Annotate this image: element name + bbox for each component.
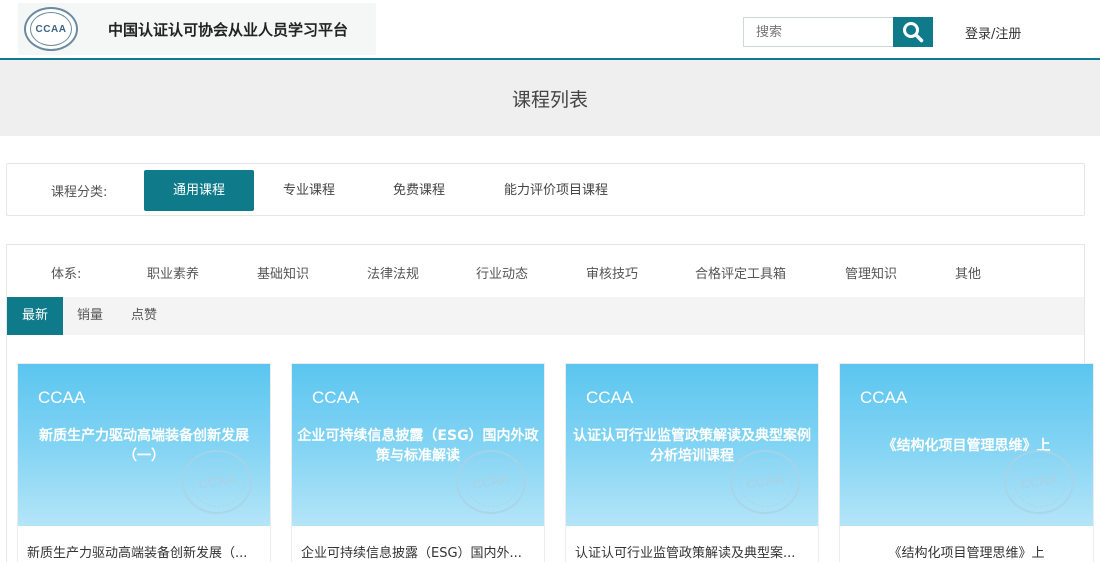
ccaa-logo: CCAA [24,7,78,51]
course-caption[interactable]: 认证认可行业监管政策解读及典型案... [575,542,809,561]
course-thumbnail[interactable]: CCAA 新质生产力驱动高端装备创新发展（一） CCAA [18,364,270,526]
ccaa-seal-icon: CCAA [730,450,800,514]
course-card[interactable]: CCAA 企业可持续信息披露（ESG）国内外政策与标准解读 CCAA 企业可持续… [291,363,545,562]
seal-text: CCAA [197,470,237,493]
site-header: CCAA 中国认证认可协会从业人员学习平台 登录/注册 [0,0,1100,60]
page-title: 课程列表 [511,88,588,111]
ccaa-seal-icon: CCAA [1004,450,1074,514]
site-title: 中国认证认可协会从业人员学习平台 [108,20,349,39]
system-item-basics[interactable]: 基础知识 [257,263,309,282]
sort-tab-latest[interactable]: 最新 [7,297,63,335]
course-caption[interactable]: 新质生产力驱动高端装备创新发展（... [27,542,261,561]
system-filter: 体系: 职业素养 基础知识 法律法规 行业动态 审核技巧 合格评定工具箱 管理知… [7,245,1084,297]
category-filter: 课程分类: 通用课程 专业课程 免费课程 能力评价项目课程 [6,163,1085,216]
system-item-industry-news[interactable]: 行业动态 [476,263,528,282]
course-thumbnail[interactable]: CCAA 《结构化项目管理思维》上 CCAA [840,364,1093,526]
category-tab-professional[interactable]: 专业课程 [269,170,349,211]
page-banner: 课程列表 [0,60,1100,136]
course-caption[interactable]: 《结构化项目管理思维》上 [849,542,1084,561]
system-item-laws[interactable]: 法律法规 [367,263,419,282]
search-button[interactable] [893,17,933,47]
system-item-conformity-toolbox[interactable]: 合格评定工具箱 [695,263,786,282]
thumb-brand: CCAA [312,388,360,407]
course-card[interactable]: CCAA 新质生产力驱动高端装备创新发展（一） CCAA 新质生产力驱动高端装备… [17,363,271,562]
sort-bar: 最新 销量 点赞 [7,297,1084,335]
brand-block[interactable]: CCAA 中国认证认可协会从业人员学习平台 [18,3,376,55]
system-item-audit-skills[interactable]: 审核技巧 [586,263,638,282]
system-label: 体系: [51,267,82,282]
system-item-other[interactable]: 其他 [955,263,981,282]
sort-tab-sales[interactable]: 销量 [67,297,113,335]
course-thumbnail[interactable]: CCAA 企业可持续信息披露（ESG）国内外政策与标准解读 CCAA [292,364,544,526]
thumb-brand: CCAA [38,388,86,407]
seal-text: CCAA [745,470,785,493]
login-register-link[interactable]: 登录/注册 [965,23,1021,42]
course-caption[interactable]: 企业可持续信息披露（ESG）国内外... [301,542,535,561]
ccaa-seal-icon: CCAA [456,450,526,514]
search-icon [903,22,924,43]
category-tab-general[interactable]: 通用课程 [144,170,254,211]
thumb-brand: CCAA [586,388,634,407]
search-input[interactable] [743,17,894,47]
thumb-brand: CCAA [860,388,908,407]
course-thumbnail[interactable]: CCAA 认证认可行业监管政策解读及典型案例分析培训课程 CCAA [566,364,818,526]
seal-text: CCAA [1019,470,1059,493]
category-tab-free[interactable]: 免费课程 [379,170,459,211]
category-label: 课程分类: [51,185,108,200]
ccaa-seal-icon: CCAA [182,450,252,514]
system-item-professionalism[interactable]: 职业素养 [147,263,199,282]
logo-text: CCAA [30,12,72,46]
course-card[interactable]: CCAA 认证认可行业监管政策解读及典型案例分析培训课程 CCAA 认证认可行业… [565,363,819,562]
system-item-management[interactable]: 管理知识 [845,263,897,282]
seal-text: CCAA [471,470,511,493]
course-card[interactable]: CCAA 《结构化项目管理思维》上 CCAA 《结构化项目管理思维》上 [839,363,1094,562]
sort-tab-likes[interactable]: 点赞 [121,297,167,335]
category-tab-competency[interactable]: 能力评价项目课程 [491,170,621,211]
